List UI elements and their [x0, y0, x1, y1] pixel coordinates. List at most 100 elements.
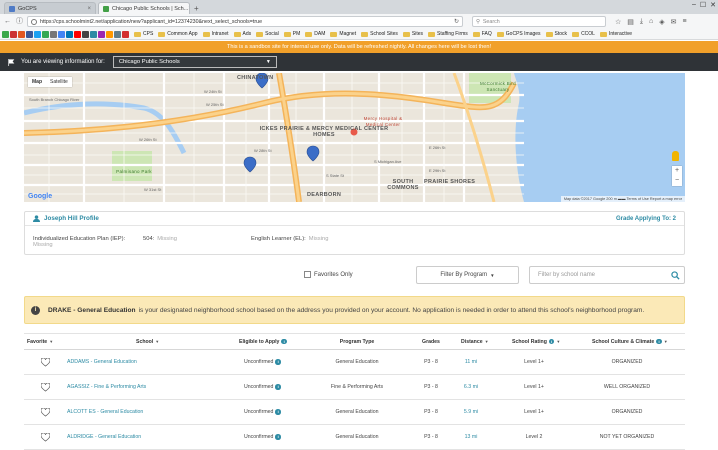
close-icon[interactable]: ×	[87, 6, 91, 12]
pocket-icon[interactable]: ◈	[659, 18, 664, 26]
map-type-satellite-button[interactable]: Satellite	[46, 77, 72, 87]
bookmark-favicon-icon[interactable]	[58, 30, 65, 38]
bookmark-folder[interactable]: Common App	[158, 31, 198, 37]
school-link[interactable]: ALCOTT ES - General Education	[67, 400, 143, 424]
school-name-filter-input[interactable]: Filter by school name	[529, 266, 685, 284]
distance-cell[interactable]: 11 mi	[456, 350, 486, 374]
bookmark-favicon-icon[interactable]	[42, 30, 49, 38]
favorites-only-checkbox[interactable]	[304, 271, 311, 278]
school-link[interactable]: AGASSIZ - Fine & Performing Arts	[67, 375, 146, 399]
bookmark-folder[interactable]: Sites	[402, 31, 423, 37]
home-icon[interactable]: ⌂	[649, 18, 653, 26]
reload-icon[interactable]: ↻	[454, 18, 459, 25]
col-rating[interactable]: School Rating i ▼	[512, 334, 560, 349]
info-icon[interactable]: i	[275, 409, 281, 415]
zoom-out-button[interactable]: −	[672, 176, 682, 186]
filter-by-program-dropdown[interactable]: Filter By Program ▼	[416, 266, 519, 284]
street-label: E 29th St	[429, 168, 446, 173]
bookmark-favicon-icon[interactable]	[2, 30, 9, 38]
info-icon[interactable]: i	[275, 434, 281, 440]
distance-cell[interactable]: 13 mi	[456, 425, 486, 449]
bookmark-folder[interactable]: CPS	[134, 31, 153, 37]
bookmark-favicon-icon[interactable]	[90, 30, 97, 38]
distance-cell[interactable]: 6.3 mi	[456, 375, 486, 399]
bookmark-folder[interactable]: Interactive	[599, 31, 632, 37]
street-label: E 26th St	[429, 145, 446, 150]
iep-field: Individualized Education Plan (IEP): Mis…	[33, 236, 143, 248]
download-icon[interactable]: ⤓	[640, 18, 643, 26]
address-bar-row: ← ⓘ https://cps.schoolmint2.net/applicat…	[0, 14, 718, 29]
tab-title: GoCPS	[18, 5, 37, 12]
info-icon[interactable]: i	[275, 359, 281, 365]
favorite-toggle[interactable]	[41, 350, 50, 374]
bookmark-folder[interactable]: FAQ	[472, 31, 492, 37]
bookmark-star-icon[interactable]: ☆	[615, 18, 621, 26]
bookmark-folder[interactable]: DAM	[305, 31, 325, 37]
col-eligible[interactable]: Eligible to Apply i	[239, 334, 287, 349]
school-link[interactable]: ALDRIDGE - General Education	[67, 425, 141, 449]
el-label: English Learner (EL):	[251, 236, 306, 242]
folder-icon	[134, 31, 141, 37]
favorites-only-label: Favorites Only	[314, 271, 353, 278]
bookmark-folder[interactable]: PM	[283, 31, 300, 37]
bookmark-folder[interactable]: Social	[256, 31, 279, 37]
zoom-in-button[interactable]: +	[672, 166, 682, 176]
new-tab-button[interactable]: +	[194, 4, 204, 14]
district-select[interactable]: Chicago Public Schools ▼	[112, 56, 277, 68]
bookmark-favicon-icon[interactable]	[74, 30, 81, 38]
favorite-toggle[interactable]	[41, 425, 50, 449]
flag-icon	[8, 58, 15, 66]
minimize-icon[interactable]: –	[692, 1, 696, 9]
bookmark-favicon-icon[interactable]	[98, 30, 105, 38]
favorite-toggle[interactable]	[41, 400, 50, 424]
browser-tab-gocps[interactable]: GoCPS ×	[4, 2, 96, 14]
favorites-only-filter[interactable]: Favorites Only	[304, 271, 353, 278]
bookmark-favicon-icon[interactable]	[106, 30, 113, 38]
browser-tab-cps[interactable]: Chicago Public Schools | Sch... ×	[98, 2, 190, 14]
bookmark-folder[interactable]: Intranet	[202, 31, 229, 37]
school-link[interactable]: ADDAMS - General Education	[67, 350, 137, 374]
street-label: W 25th St	[206, 102, 224, 107]
favorite-toggle[interactable]	[41, 375, 50, 399]
bookmark-folder[interactable]: CCOL	[572, 31, 595, 37]
bookmark-favicon-icon[interactable]	[122, 30, 129, 38]
col-favorite[interactable]: Favorite ▼	[27, 334, 53, 349]
close-window-icon[interactable]: ✕	[710, 1, 716, 9]
col-school[interactable]: School ▼	[136, 334, 159, 349]
bookmark-favicon-icon[interactable]	[26, 30, 33, 38]
bookmark-favicon-icon[interactable]	[50, 30, 57, 38]
bookmark-favicon-icon[interactable]	[10, 30, 17, 38]
bookmark-folder[interactable]: Stock	[545, 31, 567, 37]
bookmark-favicon-icon[interactable]	[34, 30, 41, 38]
menu-icon[interactable]: ≡	[683, 18, 687, 26]
map-type-map-button[interactable]: Map	[28, 77, 46, 87]
street-view-pegman-icon[interactable]	[672, 151, 679, 161]
distance-cell[interactable]: 5.9 mi	[456, 400, 486, 424]
col-program[interactable]: Program Type	[307, 334, 407, 349]
maximize-icon[interactable]: ☐	[700, 1, 706, 9]
bookmark-favicon-icon[interactable]	[82, 30, 89, 38]
bookmark-folder[interactable]: GoCPS Images	[496, 31, 541, 37]
bookmark-favicon-icon[interactable]	[66, 30, 73, 38]
bookmark-folder[interactable]: School Sites	[361, 31, 398, 37]
url-bar[interactable]: https://cps.schoolmint2.net/application/…	[27, 16, 463, 27]
bookmark-folder[interactable]: Ads	[233, 31, 251, 37]
col-distance[interactable]: Distance ▼	[461, 334, 489, 349]
cps-favicon-icon	[103, 5, 109, 12]
bookmark-favicon-icon[interactable]	[114, 30, 121, 38]
reading-list-icon[interactable]: ▤	[627, 18, 634, 26]
search-icon[interactable]	[671, 271, 680, 280]
bookmark-favicon-icon[interactable]	[18, 30, 25, 38]
school-map[interactable]: Map Satellite CHINATOWN ICKES PRAIRIE & …	[24, 73, 685, 202]
col-culture[interactable]: School Culture & Climate i ▼	[592, 334, 668, 349]
bookmark-folder[interactable]: Magnet	[330, 31, 356, 37]
identity-icon[interactable]: ⓘ	[15, 17, 24, 26]
back-icon[interactable]: ←	[3, 17, 12, 26]
bookmark-folder[interactable]: Staffing Firms	[428, 31, 468, 37]
sync-icon[interactable]: ✉	[671, 18, 677, 26]
browser-search-input[interactable]: ⚲ Search	[472, 16, 606, 27]
info-icon[interactable]: i	[275, 384, 281, 390]
profile-name[interactable]: Joseph Hill Profile	[33, 215, 99, 222]
close-icon[interactable]: ×	[188, 6, 189, 12]
col-grades[interactable]: Grades	[416, 334, 446, 349]
